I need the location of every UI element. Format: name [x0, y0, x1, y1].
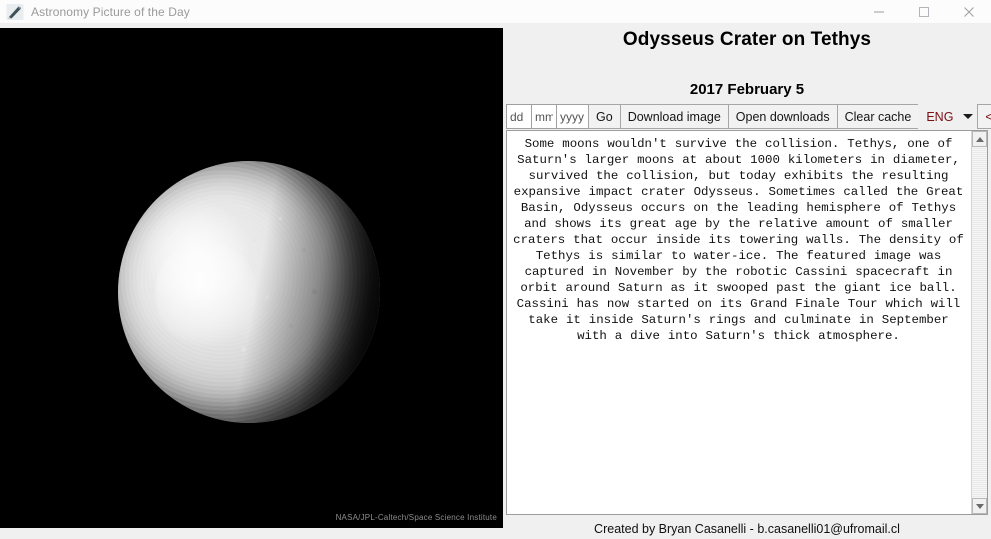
- maximize-button[interactable]: [901, 0, 946, 24]
- scrollbar-up-button[interactable]: [972, 131, 987, 147]
- language-selected-label: ENG: [926, 109, 954, 124]
- go-button[interactable]: Go: [588, 104, 621, 129]
- info-pane: Odysseus Crater on Tethys 2017 February …: [503, 24, 991, 539]
- clear-cache-button[interactable]: Clear cache: [836, 104, 920, 129]
- close-icon: [963, 7, 974, 17]
- scrollbar-down-button[interactable]: [972, 498, 987, 514]
- explanation-scrollbar[interactable]: [971, 131, 987, 514]
- apod-image-pane[interactable]: NASA/JPL-Caltech/Space Science Institute: [0, 28, 503, 528]
- image-credit-watermark: NASA/JPL-Caltech/Space Science Institute: [335, 513, 497, 522]
- apod-date: 2017 February 5: [689, 81, 805, 98]
- minimize-button[interactable]: [856, 0, 901, 24]
- application-window: Astronomy Picture of the Day NASA/JPL-Ca…: [0, 0, 991, 539]
- chevron-down-icon: [963, 114, 974, 119]
- explanation-box: Some moons wouldn't survive the collisio…: [506, 130, 988, 515]
- window-controls: [856, 0, 991, 24]
- tethys-image: [0, 28, 503, 528]
- language-dropdown[interactable]: ENG: [918, 104, 978, 129]
- year-input[interactable]: [556, 104, 589, 129]
- explanation-text: Some moons wouldn't survive the collisio…: [513, 137, 971, 343]
- minimize-icon: [873, 11, 884, 13]
- telescope-icon: [6, 3, 24, 20]
- scroll-up-icon: [975, 136, 984, 142]
- download-image-button[interactable]: Download image: [619, 104, 729, 129]
- day-input[interactable]: [506, 104, 532, 129]
- tethys-moon-disc: [118, 161, 380, 423]
- window-title: Astronomy Picture of the Day: [31, 4, 190, 19]
- moon-terminator-shadow: [118, 161, 380, 423]
- footer-credit: Created by Bryan Casanelli - b.casanelli…: [503, 519, 991, 539]
- page-title: Odysseus Crater on Tethys: [622, 29, 872, 50]
- maximize-icon: [918, 7, 929, 17]
- close-button[interactable]: [946, 0, 991, 24]
- title-bar: Astronomy Picture of the Day: [0, 0, 991, 24]
- toolbar: Go Download image Open downloads Clear c…: [506, 104, 991, 129]
- month-input[interactable]: [531, 104, 557, 129]
- scroll-down-icon: [975, 503, 984, 509]
- open-downloads-button[interactable]: Open downloads: [727, 104, 838, 129]
- previous-day-button[interactable]: <-: [977, 104, 991, 129]
